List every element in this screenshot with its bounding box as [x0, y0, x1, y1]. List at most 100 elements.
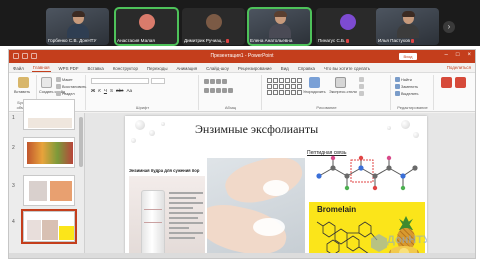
mic-muted-icon [226, 38, 230, 43]
tab-transitions[interactable]: Переходы [146, 66, 169, 72]
arrange-icon[interactable] [309, 77, 320, 88]
slide-number: 2 [12, 145, 15, 151]
participant-tile[interactable]: Елена Анатольевна [247, 7, 312, 46]
slide-thumbnails-pane: 1 2 3 4 [9, 99, 85, 258]
participant-name: Елена Анатольевна [250, 38, 293, 43]
tab-wps-pdf[interactable]: WPS PDF [58, 66, 80, 72]
tab-animations[interactable]: Анимация [176, 66, 199, 72]
signin-button[interactable]: Вход [399, 53, 417, 60]
share-button[interactable]: Поделиться [447, 65, 471, 70]
participant-tile[interactable]: Горбенко С.В. ДонНТУ [46, 8, 109, 45]
slide-number: 1 [12, 115, 15, 121]
shape-outline-button[interactable] [359, 84, 364, 89]
tab-insert[interactable]: Вставка [87, 66, 105, 72]
maximize-icon[interactable]: □ [456, 52, 460, 58]
paste-icon[interactable] [18, 77, 29, 88]
tab-help[interactable]: Справка [297, 66, 316, 72]
avatar [205, 14, 222, 30]
participant-name: Димитрик Ручиац... [184, 38, 243, 43]
group-label: Рисование [316, 105, 337, 110]
reset-label: Восстановить [62, 84, 87, 89]
pdf-icon[interactable] [441, 77, 452, 88]
next-page-arrow-icon[interactable]: › [443, 21, 455, 33]
peptide-bond-molecule[interactable] [311, 154, 423, 198]
powerpoint-window: Презентация1 - PowerPoint Вход – □ × Фай… [8, 49, 476, 259]
arrange-button[interactable]: Упорядочить [303, 90, 326, 94]
underline-button[interactable]: Ч [104, 88, 107, 93]
tab-slideshow[interactable]: Слайд-шоу [205, 66, 230, 72]
shape-fill-button[interactable] [359, 77, 364, 82]
participant-tile[interactable]: Илья Пастухов [376, 8, 439, 45]
section-button[interactable]: Раздел [56, 91, 75, 96]
bold-button[interactable]: Ж [91, 88, 95, 93]
participant-tile[interactable]: Пинагус С.Б. [316, 8, 379, 45]
current-slide[interactable]: Энзимные эксфолианты Пептидная связь Энз… [125, 116, 427, 258]
participant-video [268, 11, 291, 38]
participant-name-text: Димитрик Ручиац... [184, 38, 226, 43]
thumbnails-scrollbar[interactable] [79, 117, 83, 167]
foam-shape [253, 218, 285, 236]
reset-button[interactable]: Восстановить [56, 84, 86, 89]
group-label: Абзац [224, 105, 237, 110]
new-slide-icon[interactable] [41, 77, 52, 88]
tab-file[interactable]: Файл [12, 66, 25, 72]
slide-thumbnail[interactable] [23, 99, 75, 130]
strikethrough-button[interactable]: abc [116, 88, 123, 93]
change-case-button[interactable]: Aa [126, 88, 132, 93]
tab-review[interactable]: Рецензирование [237, 66, 273, 72]
zoom-participant-strip: Горбенко С.В. ДонНТУ Анастасия Малая Дим… [0, 0, 480, 46]
find-button[interactable]: Найти [395, 77, 412, 82]
window-controls: – □ × [445, 52, 471, 58]
pdf-export-icon[interactable] [455, 77, 466, 88]
participant-name: Анастасия Малая [117, 38, 155, 43]
group-editing: Найти Заменить Выделить Редактирование [392, 75, 434, 110]
minimize-icon[interactable]: – [445, 52, 448, 58]
participant-tile[interactable]: Димитрик Ручиац... [182, 8, 245, 45]
layout-button[interactable]: Макет [56, 77, 73, 82]
quick-styles-button[interactable]: Экспресс-стили [329, 90, 357, 94]
notes-bar[interactable] [9, 253, 475, 258]
participant-video [66, 11, 89, 38]
replace-button[interactable]: Заменить [395, 84, 418, 89]
paste-button[interactable]: Вставить [14, 90, 30, 94]
slide-title[interactable]: Энзимные эксфолианты [195, 122, 318, 137]
shadow-button[interactable]: S [110, 88, 113, 93]
avatar [339, 14, 356, 30]
ribbon-tabs: Файл Главная WPS PDF Вставка Конструктор… [9, 63, 475, 73]
participant-name: Пинагус С.Б. [318, 38, 377, 43]
watermark: ДонНТУ [387, 234, 427, 246]
font-size-select[interactable] [151, 78, 165, 84]
bullets-button[interactable] [204, 79, 227, 84]
product-caption[interactable]: Энзимная пудра для сужения пор [129, 168, 199, 173]
close-icon[interactable]: × [467, 52, 471, 58]
slide-number: 3 [12, 183, 15, 189]
shapes-gallery[interactable] [267, 78, 302, 95]
bromelain-panel[interactable]: Bromelain [309, 202, 425, 258]
quick-styles-label: Экспресс-стили [329, 90, 357, 94]
water-drop [131, 138, 136, 143]
tab-view[interactable]: Вид [280, 66, 290, 72]
paste-label: Вставить [14, 90, 31, 94]
tell-me-search[interactable]: Что вы хотите сделать [323, 66, 371, 72]
slide-thumbnail[interactable] [23, 175, 75, 206]
product-image[interactable] [129, 176, 205, 258]
hands-foam-image[interactable] [207, 158, 305, 258]
participant-tile[interactable]: Анастасия Малая [114, 7, 179, 46]
group-label: Редактирование [397, 105, 428, 110]
slide-thumbnail[interactable] [23, 137, 75, 168]
shape-effects-button[interactable] [359, 91, 364, 96]
tab-home[interactable]: Главная [31, 65, 51, 72]
tab-design[interactable]: Конструктор [112, 66, 139, 72]
participant-name: Горбенко С.В. ДонНТУ [48, 38, 97, 43]
section-label: Раздел [62, 91, 75, 96]
product-description-lines [169, 192, 203, 239]
select-button[interactable]: Выделить [395, 91, 419, 96]
quick-styles-icon[interactable] [335, 77, 346, 88]
italic-button[interactable]: К [98, 88, 101, 93]
font-family-select[interactable] [91, 78, 149, 84]
participant-name-text: Пинагус С.Б. [318, 38, 346, 43]
participant-name: Илья Пастухов [378, 38, 437, 43]
slide-thumbnail[interactable] [21, 209, 77, 244]
format-buttons: Ж К Ч S abc Aa [91, 88, 132, 93]
align-buttons[interactable] [204, 88, 233, 93]
